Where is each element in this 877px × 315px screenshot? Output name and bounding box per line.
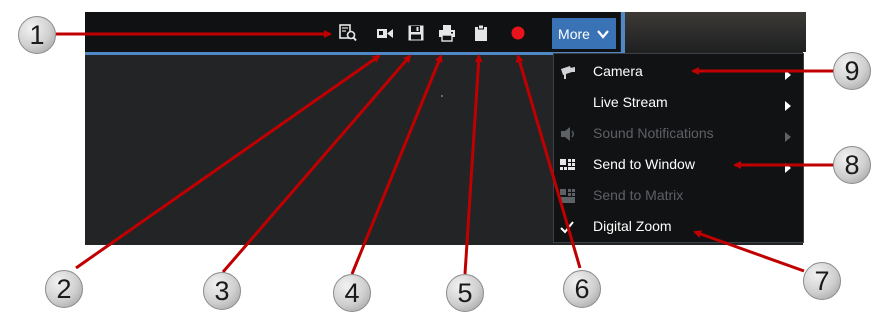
toolbar-highlight-line [85,52,625,55]
search-recordings-icon[interactable] [339,24,357,42]
chevron-down-icon [597,29,609,39]
submenu-arrow-icon [785,160,791,173]
export-video-icon[interactable] [376,24,394,42]
callout-badge-1: 1 [18,16,56,54]
menu-item-send-to-matrix: Send to Matrix [554,181,803,211]
submenu-arrow-icon [785,98,791,111]
record-icon[interactable] [509,24,527,42]
submenu-arrow-icon [785,67,791,80]
callout-badge-9: 9 [833,52,871,90]
menu-item-label: Send to Window [593,156,695,172]
menu-item-label: Digital Zoom [593,218,672,234]
menu-item-digital-zoom[interactable]: Digital Zoom [554,212,803,242]
clipboard-icon[interactable] [472,24,490,42]
print-icon[interactable] [438,24,456,42]
checkmark-icon [559,218,577,236]
menu-item-send-to-window[interactable]: Send to Window [554,150,803,180]
menu-item-label: Camera [593,63,643,79]
matrix-icon [559,187,577,205]
submenu-arrow-icon [785,129,791,142]
callout-badge-5: 5 [446,274,484,312]
callout-badge-4: 4 [333,274,371,312]
camera-icon [559,63,577,81]
menu-item-label: Live Stream [593,94,668,110]
video-pixel [441,95,443,97]
more-menu: Camera Live Stream Sound Notifications S… [553,53,804,243]
callout-badge-2: 2 [45,270,83,308]
send-to-window-icon [559,156,577,174]
view-selection-border [621,12,625,55]
menu-item-label: Sound Notifications [593,125,714,141]
menu-item-live-stream[interactable]: Live Stream [554,88,803,118]
camera-feed-image [625,12,806,52]
more-label: More [558,25,590,42]
save-snapshot-icon[interactable] [407,24,425,42]
menu-item-label: Send to Matrix [593,187,684,203]
more-button[interactable]: More [552,18,616,49]
callout-badge-7: 7 [803,262,841,300]
menu-item-sound-notifications: Sound Notifications [554,119,803,149]
menu-item-camera[interactable]: Camera [554,57,803,87]
speaker-icon [559,125,577,143]
callout-badge-8: 8 [833,146,871,184]
callout-badge-3: 3 [203,272,241,310]
callout-badge-6: 6 [563,270,601,308]
